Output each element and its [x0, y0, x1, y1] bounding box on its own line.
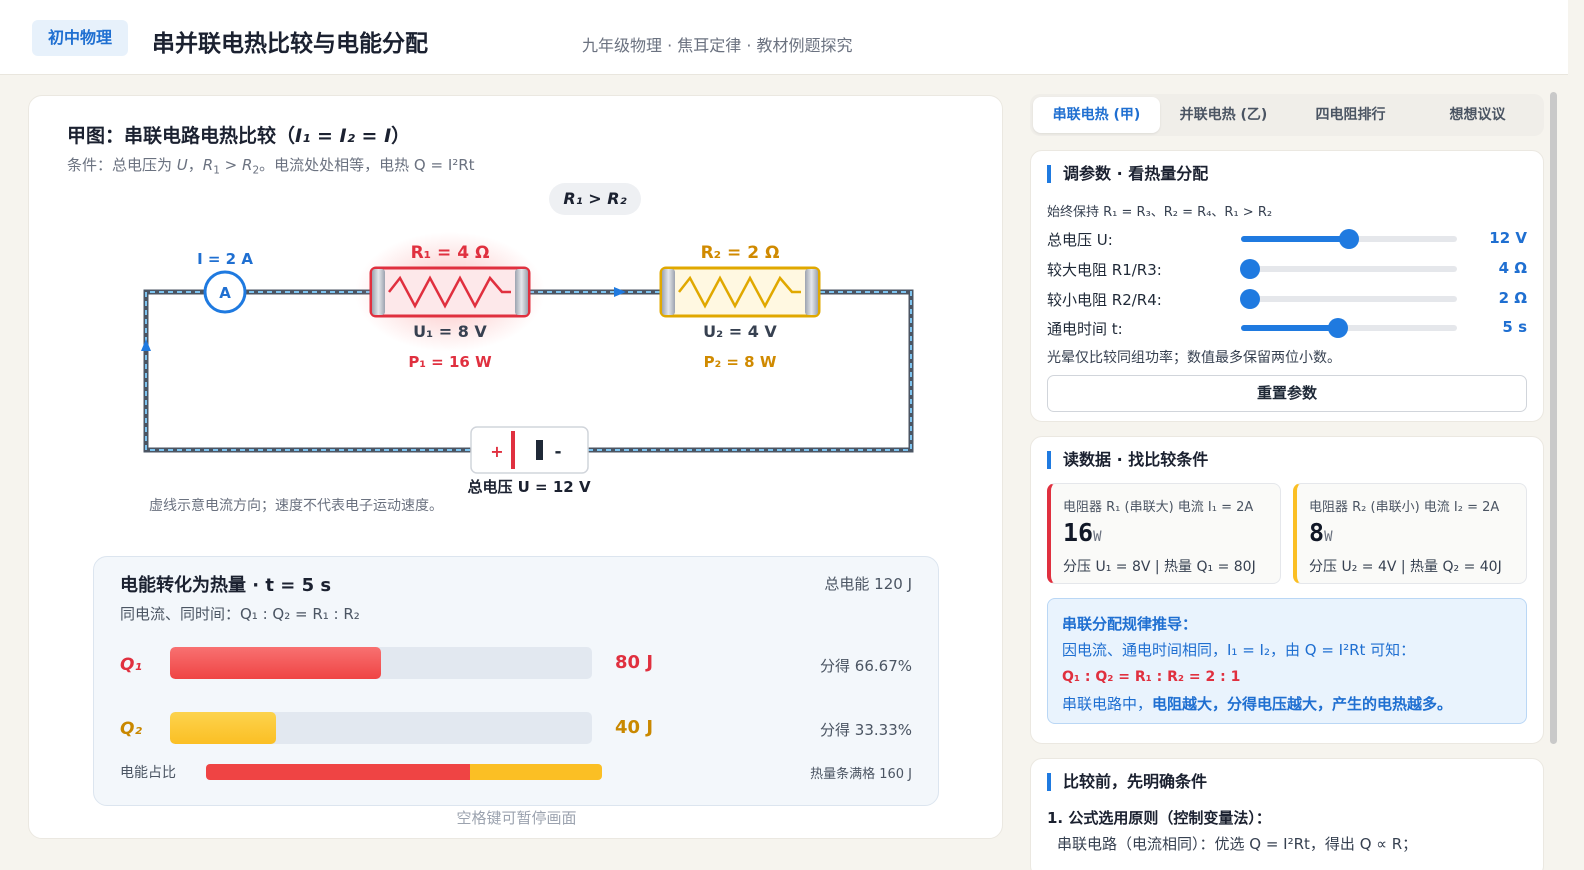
q2-label: Q₂ — [120, 719, 142, 739]
r2-readout-head: 电阻器 R₂ (串联小) 电流 I₂ = 2A — [1309, 500, 1500, 515]
q1-heat-bar-fill — [170, 647, 381, 679]
series-circuit-diagram: R₁ > R₂ I = 2 A A R₁ = 4 Ω U₁ = 8 V P₁ =… — [141, 183, 914, 496]
energy-conversion-panel: 电能转化为热量 · t = 5 s 总电能 120 J 同电流、同时间：Q₁ :… — [93, 556, 939, 806]
derivation-line: 因电流、通电时间相同，I₁ = I₂，由 Q = I²Rt 可知： — [1062, 641, 1416, 659]
r1-power-readout: 16W — [1063, 518, 1102, 547]
r1-voltage: U₁ = 8 V — [413, 322, 487, 341]
energy-ratio-label: 电能占比 — [120, 765, 176, 781]
current-direction-note: 虚线示意电流方向；速度不代表电子运动速度。 — [149, 498, 443, 514]
energy-ratio-bar — [206, 764, 602, 780]
params-note: 光晕仅比较同组功率；数值最多保留两位小数。 — [1047, 350, 1341, 366]
pause-hint: 空格键可暂停画面 — [456, 809, 577, 827]
r2-label: R₂ = 2 Ω — [701, 243, 780, 263]
q1-value: 80 J — [615, 652, 654, 673]
battery-plus: + — [490, 442, 503, 461]
page-subtitle: 九年级物理 · 焦耳定律 · 教材例题探究 — [582, 36, 853, 55]
readout-card: 读数据 · 找比较条件 电阻器 R₁ (串联大) 电流 I₁ = 2A 16W … — [1030, 436, 1544, 744]
tab-series-heat[interactable]: 串联电热 (甲) — [1033, 97, 1160, 133]
large-resistor-param-label: 较大电阻 R1/R3: — [1047, 261, 1162, 279]
large-resistor-slider-knob[interactable] — [1239, 259, 1260, 279]
ratio-q2-segment — [470, 764, 602, 780]
energy-subtitle: 同电流、同时间：Q₁ : Q₂ = R₁ : R₂ — [120, 605, 360, 623]
small-resistor-param-label: 较小电阻 R2/R4: — [1047, 291, 1162, 309]
time-slider-knob[interactable] — [1328, 318, 1349, 338]
compare-title: 比较前，先明确条件 — [1047, 773, 1207, 791]
r2-readout-foot: 分压 U₂ = 4V | 热量 Q₂ = 40J — [1309, 559, 1502, 575]
tab-think-discuss[interactable]: 想想议议 — [1414, 97, 1541, 133]
small-resistor-slider-knob[interactable] — [1239, 289, 1260, 309]
r2-power-readout: 8W — [1309, 518, 1333, 547]
q1-share: 分得 66.67% — [820, 657, 912, 675]
q2-share: 分得 33.33% — [820, 721, 912, 739]
page-title: 串并联电热比较与电能分配 — [152, 31, 428, 57]
tab-parallel-heat[interactable]: 并联电热 (乙) — [1160, 97, 1287, 133]
energy-title: 电能转化为热量 · t = 5 s — [120, 575, 332, 596]
app-header: 初中物理 串并联电热比较与电能分配 九年级物理 · 焦耳定律 · 教材例题探究 — [0, 0, 1568, 75]
r2-power: P₂ = 8 W — [704, 353, 777, 371]
energy-total: 总电能 120 J — [824, 575, 912, 593]
current-arrow-up — [141, 339, 151, 351]
current-arrow-right — [614, 287, 626, 297]
time-value: 5 s — [1502, 318, 1527, 336]
derivation-title: 串联分配规律推导： — [1062, 615, 1198, 633]
time-param-label: 通电时间 t: — [1047, 320, 1123, 338]
r2-voltage: U₂ = 4 V — [703, 322, 777, 341]
compare-line-2: 串联电路（电流相同）：优选 Q = I²Rt，得出 Q ∝ R； — [1057, 835, 1418, 853]
readout-title: 读数据 · 找比较条件 — [1047, 451, 1208, 469]
q2-value: 40 J — [615, 717, 654, 738]
circuit-panel: 甲图：串联电路电热比较（I₁ = I₂ = I） 条件：总电压为 U，R1 > … — [28, 95, 1003, 839]
r1-readout-foot: 分压 U₁ = 8V | 热量 Q₁ = 80J — [1063, 559, 1256, 575]
r1-label: R₁ = 4 Ω — [411, 243, 490, 263]
r1-readout-box: 电阻器 R₁ (串联大) 电流 I₁ = 2A 16W 分压 U₁ = 8V |… — [1047, 483, 1281, 584]
params-card: 调参数 · 看热量分配 始终保持 R₁ = R₃、R₂ = R₄、R₁ > R₂… — [1030, 150, 1544, 422]
r1-readout-head: 电阻器 R₁ (串联大) 电流 I₁ = 2A — [1063, 500, 1254, 515]
view-tabs: 串联电热 (甲) 并联电热 (乙) 四电阻排行 想想议议 — [1030, 94, 1544, 136]
battery-icon — [470, 426, 589, 474]
ammeter-label: I = 2 A — [197, 250, 253, 268]
ratio-q1-segment — [206, 764, 470, 780]
series-derivation-box: 串联分配规律推导： 因电流、通电时间相同，I₁ = I₂，由 Q = I²Rt … — [1047, 598, 1527, 724]
q2-heat-bar — [170, 712, 592, 744]
q2-heat-bar-fill — [170, 712, 276, 744]
tab-four-resistor-rank[interactable]: 四电阻排行 — [1287, 97, 1414, 133]
large-resistor-slider[interactable] — [1239, 259, 1457, 279]
battery-voltage-label: 总电压 U = 12 V — [467, 478, 591, 496]
compare-line-1: 1. 公式选用原则（控制变量法）： — [1047, 809, 1271, 827]
params-title: 调参数 · 看热量分配 — [1047, 165, 1208, 183]
derivation-formula: Q₁ : Q₂ = R₁ : R₂ = 2 : 1 — [1062, 669, 1241, 685]
voltage-value: 12 V — [1489, 229, 1527, 247]
small-resistor-value: 2 Ω — [1498, 289, 1527, 307]
small-resistor-slider[interactable] — [1239, 289, 1457, 309]
r2-readout-box: 电阻器 R₂ (串联小) 电流 I₂ = 2A 8W 分压 U₂ = 4V | … — [1293, 483, 1527, 584]
params-hint: 始终保持 R₁ = R₃、R₂ = R₄、R₁ > R₂ — [1047, 205, 1273, 220]
derivation-conclusion: 串联电路中，电阻越大，分得电压越大，产生的电热越多。 — [1062, 695, 1453, 713]
r1-power: P₁ = 16 W — [408, 353, 492, 371]
q1-heat-bar — [170, 647, 592, 679]
voltage-slider[interactable] — [1241, 229, 1457, 249]
battery-minus: - — [554, 442, 561, 462]
reset-params-button[interactable]: 重置参数 — [1047, 375, 1527, 412]
time-slider[interactable] — [1241, 318, 1457, 338]
resistor-compare-tag: R₁ > R₂ — [563, 189, 626, 208]
q1-label: Q₁ — [120, 655, 142, 675]
large-resistor-value: 4 Ω — [1498, 259, 1527, 277]
subject-badge: 初中物理 — [32, 20, 129, 56]
right-panel-scrollbar[interactable] — [1550, 92, 1557, 744]
ammeter-symbol: A — [219, 284, 231, 302]
voltage-param-label: 总电压 U: — [1047, 231, 1113, 249]
compare-conditions-card: 比较前，先明确条件 1. 公式选用原则（控制变量法）： 串联电路（电流相同）：优… — [1030, 758, 1544, 870]
voltage-slider-knob[interactable] — [1339, 229, 1359, 249]
heat-bar-scale-note: 热量条满格 160 J — [810, 767, 912, 782]
